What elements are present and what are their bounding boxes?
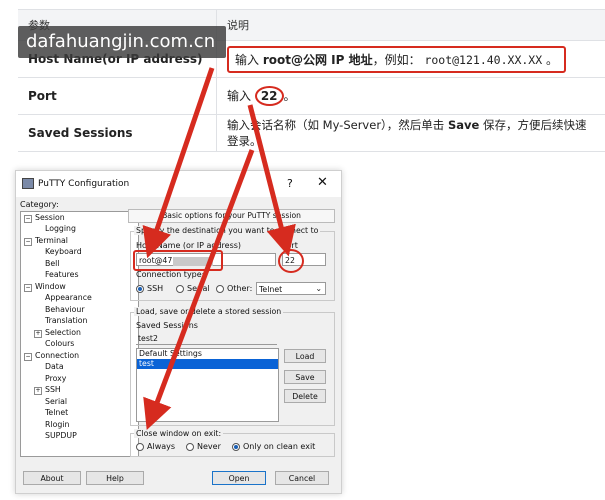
radio-serial[interactable] bbox=[176, 285, 184, 293]
host-desc-mid: ，例如： bbox=[372, 52, 421, 67]
tree-item-colours[interactable]: Colours bbox=[45, 339, 74, 348]
destination-group-label: Specify the destination you want to conn… bbox=[134, 226, 321, 235]
tree-item-session[interactable]: Session bbox=[35, 213, 65, 222]
session-banner: Basic options for your PuTTY session bbox=[128, 209, 335, 223]
header-desc: 说明 bbox=[216, 9, 605, 41]
port-highlight-circle bbox=[278, 249, 304, 273]
saved-sessions-label: Saved Sessions bbox=[136, 321, 198, 330]
tree-toggle-icon[interactable]: + bbox=[34, 330, 42, 338]
port-desc-prefix: 输入 bbox=[227, 89, 255, 103]
tree-item-data[interactable]: Data bbox=[45, 362, 64, 371]
other-protocol-select[interactable]: Telnet ⌄ bbox=[256, 282, 326, 295]
title-bar: PuTTY Configuration ? ✕ bbox=[16, 171, 341, 197]
load-button[interactable]: Load bbox=[284, 349, 326, 363]
port-value-circle: 22 bbox=[254, 86, 284, 106]
tree-toggle-icon[interactable]: − bbox=[24, 353, 32, 361]
tree-item-rlogin[interactable]: Rlogin bbox=[45, 420, 69, 429]
host-desc-suffix: 。 bbox=[542, 52, 558, 67]
tree-item-supdup[interactable]: SUPDUP bbox=[45, 431, 77, 440]
category-tree[interactable]: − Session Logging − Terminal Keyboard Be… bbox=[20, 211, 139, 457]
table-row: Port 输入 22。 bbox=[18, 77, 605, 115]
param-port: Port bbox=[18, 77, 217, 115]
tree-item-translation[interactable]: Translation bbox=[45, 316, 87, 325]
host-desc-prefix: 输入 bbox=[235, 52, 263, 67]
tree-toggle-icon[interactable]: − bbox=[24, 238, 32, 246]
close-icon-button[interactable]: ✕ bbox=[317, 175, 328, 190]
desc-host: 输入 root@公网 IP 地址，例如： root@121.40.XX.XX 。 bbox=[216, 40, 605, 78]
radio-other[interactable] bbox=[216, 285, 224, 293]
delete-button[interactable]: Delete bbox=[284, 389, 326, 403]
host-highlight-box: 输入 root@公网 IP 地址，例如： root@121.40.XX.XX 。 bbox=[227, 45, 566, 73]
close-on-exit-label: Close window on exit: bbox=[134, 429, 224, 438]
desc-sessions: 输入会话名称（如 My-Server），然后单击 Save 保存，方便后续快速登… bbox=[216, 114, 605, 152]
desc-port: 输入 22。 bbox=[216, 77, 605, 115]
tree-item-serial[interactable]: Serial bbox=[45, 397, 67, 406]
list-item[interactable]: test bbox=[137, 359, 278, 369]
connection-type-label: Connection type: bbox=[136, 270, 205, 279]
host-highlight-rect bbox=[133, 250, 223, 271]
tree-item-keyboard[interactable]: Keyboard bbox=[45, 247, 82, 256]
sessions-desc-prefix: 输入会话名称（如 My-Server），然后单击 bbox=[227, 118, 448, 132]
window-title: PuTTY Configuration bbox=[38, 179, 130, 189]
param-sessions: Saved Sessions bbox=[18, 114, 217, 152]
list-item[interactable]: Default Settings bbox=[137, 349, 278, 359]
tree-toggle-icon[interactable]: + bbox=[34, 387, 42, 395]
open-button[interactable]: Open bbox=[212, 471, 266, 485]
about-button[interactable]: About bbox=[23, 471, 81, 485]
tree-item-behaviour[interactable]: Behaviour bbox=[45, 305, 85, 314]
radio-always[interactable] bbox=[136, 443, 144, 451]
tree-item-terminal[interactable]: Terminal bbox=[35, 236, 68, 245]
radio-ssh[interactable] bbox=[136, 285, 144, 293]
saved-sessions-list[interactable]: Default Settings test bbox=[136, 348, 279, 422]
tree-toggle-icon[interactable]: − bbox=[24, 284, 32, 292]
radio-other-label: Other: bbox=[227, 284, 253, 293]
tree-item-appearance[interactable]: Appearance bbox=[45, 293, 92, 302]
radio-never-label: Never bbox=[197, 442, 221, 451]
save-button[interactable]: Save bbox=[284, 370, 326, 384]
tree-item-ssh[interactable]: SSH bbox=[45, 385, 61, 394]
port-desc-suffix: 。 bbox=[283, 89, 296, 103]
radio-ssh-label: SSH bbox=[147, 284, 164, 293]
host-label: Host Name (or IP address) bbox=[136, 241, 242, 250]
putty-app-icon bbox=[22, 178, 34, 189]
tree-item-proxy[interactable]: Proxy bbox=[45, 374, 66, 383]
sessions-desc-bold: Save bbox=[447, 118, 480, 132]
cancel-button[interactable]: Cancel bbox=[275, 471, 329, 485]
help-button[interactable]: Help bbox=[86, 471, 144, 485]
other-protocol-value: Telnet bbox=[259, 285, 283, 294]
tree-item-bell[interactable]: Bell bbox=[45, 259, 59, 268]
radio-only-clean-exit-label: Only on clean exit bbox=[243, 442, 316, 451]
saved-session-input[interactable]: test2 bbox=[136, 332, 277, 345]
radio-serial-label: Serial bbox=[187, 284, 210, 293]
chevron-down-icon: ⌄ bbox=[315, 284, 322, 293]
putty-window: PuTTY Configuration ? ✕ Category: − Sess… bbox=[15, 170, 342, 494]
tree-toggle-icon[interactable]: − bbox=[24, 215, 32, 223]
saved-sessions-group-label: Load, save or delete a stored session bbox=[134, 307, 284, 316]
tree-item-logging[interactable]: Logging bbox=[45, 224, 76, 233]
tree-item-selection[interactable]: Selection bbox=[45, 328, 81, 337]
tree-item-telnet[interactable]: Telnet bbox=[45, 408, 68, 417]
tree-item-connection[interactable]: Connection bbox=[35, 351, 79, 360]
radio-only-clean-exit[interactable] bbox=[232, 443, 240, 451]
radio-never[interactable] bbox=[186, 443, 194, 451]
tree-item-features[interactable]: Features bbox=[45, 270, 79, 279]
category-label: Category: bbox=[20, 200, 59, 209]
table-row: Saved Sessions 输入会话名称（如 My-Server），然后单击 … bbox=[18, 114, 605, 152]
host-desc-code: root@121.40.XX.XX bbox=[424, 52, 543, 67]
help-icon-button[interactable]: ? bbox=[287, 177, 293, 190]
host-desc-bold: root@公网 IP 地址 bbox=[262, 52, 373, 67]
tree-item-window[interactable]: Window bbox=[35, 282, 66, 291]
watermark: dafahuangjin.com.cn bbox=[18, 26, 226, 58]
radio-always-label: Always bbox=[147, 442, 176, 451]
